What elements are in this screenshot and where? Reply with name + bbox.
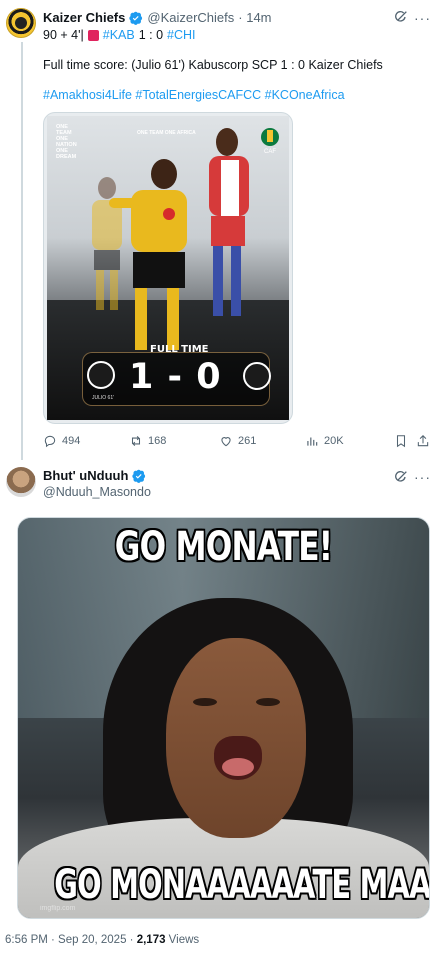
tweet-time[interactable]: · 14m: [238, 10, 271, 25]
full-time-poster: ONE TEAM ONE NATION ONE DREAM ONE TEAM O…: [47, 116, 289, 420]
match-result-image[interactable]: ONE TEAM ONE NATION ONE DREAM ONE TEAM O…: [43, 112, 293, 424]
kaizer-chiefs-avatar[interactable]: [6, 8, 36, 38]
repost-icon: [131, 435, 141, 447]
grok-icon[interactable]: [393, 9, 409, 25]
side-slogan: ONE TEAM ONE NATION ONE DREAM: [56, 124, 77, 160]
tweet1-body: Full time score: (Julio 61') Kabuscorp S…: [43, 58, 383, 72]
hashtag-kab[interactable]: #KAB: [103, 28, 135, 42]
meme-bottom-caption: GO MONAAAAAATE MAAN!: [54, 862, 430, 908]
match-minute: 90 + 4'|: [43, 28, 84, 42]
repost-button[interactable]: 168: [129, 434, 166, 448]
chiefs-player-figure: [109, 159, 187, 350]
verified-badge-icon: [129, 11, 143, 25]
views-button[interactable]: 20K: [305, 434, 344, 448]
author-name[interactable]: Bhut' uNduuh: [43, 468, 128, 483]
thread-connector: [21, 42, 23, 460]
bhut-avatar[interactable]: [6, 467, 36, 497]
imgflip-watermark: imgflip.com: [40, 905, 76, 912]
caf-cup-logo: CAF: [261, 128, 279, 155]
meme-top-caption: GO MONATE!: [114, 524, 333, 570]
red-square-icon: [87, 29, 99, 41]
views-label: Views: [165, 934, 200, 946]
author-handle[interactable]: @Nduuh_Masondo: [43, 485, 151, 499]
kaizer-chiefs-badge-icon: [243, 362, 271, 390]
more-options-icon[interactable]: ···: [414, 10, 431, 26]
repost-count: 168: [148, 435, 167, 447]
tweet1-hashtags[interactable]: #Amakhosi4Life #TotalEnergiesCAFCC #KCOn…: [43, 88, 345, 102]
reply-icon: [44, 435, 56, 448]
tweet1-header: Kaizer Chiefs @KaizerChiefs · 14m: [43, 10, 272, 25]
bookmark-icon[interactable]: [394, 434, 408, 448]
scorer-label: JULIO 61': [92, 395, 115, 401]
kabuscorp-badge-icon: [87, 361, 115, 389]
reply-tweet-header: Bhut' uNduuh @Nduuh_Masondo ···: [0, 462, 443, 512]
views-total: 2,173: [136, 934, 166, 946]
hashtag-chi[interactable]: #CHI: [167, 28, 195, 42]
quoted-tweet[interactable]: Kaizer Chiefs @KaizerChiefs · 14m ··· 90…: [0, 0, 443, 460]
grok-icon[interactable]: [393, 469, 409, 485]
heart-icon: [221, 437, 231, 447]
reply-button[interactable]: 494: [43, 434, 80, 448]
reply-count: 494: [62, 435, 81, 447]
inline-score: 1 : 0: [138, 28, 164, 42]
post-timestamp[interactable]: 6:56 PM · Sep 20, 2025 ·: [5, 934, 137, 946]
more-options-icon[interactable]: ···: [414, 469, 431, 485]
top-slogan: ONE TEAM ONE AFRICA: [137, 130, 196, 136]
share-icon[interactable]: [416, 434, 430, 448]
analytics-icon: [307, 437, 318, 446]
final-score: 1 - 0: [129, 357, 222, 397]
verified-badge-icon: [132, 469, 146, 483]
tongue: [222, 758, 254, 776]
eye-left: [193, 698, 217, 706]
full-time-label: FULL TIME: [150, 344, 209, 355]
meme-image[interactable]: GO MONATE! GO MONAAAAAATE MAAN! imgflip.…: [17, 517, 430, 919]
like-button[interactable]: 261: [219, 434, 256, 448]
eye-right: [256, 698, 280, 706]
tweet2-author-row: Bhut' uNduuh: [43, 468, 146, 483]
like-count: 261: [238, 435, 257, 447]
tweet1-score-line: 90 + 4'| #KAB 1 : 0 #CHI: [43, 28, 196, 42]
views-count: 20K: [324, 435, 344, 447]
tweet1-action-bar: 494 168 261 20K: [43, 434, 433, 450]
svg-text:CAF: CAF: [264, 149, 276, 155]
opponent-player-figure: [209, 128, 249, 316]
author-handle[interactable]: @KaizerChiefs: [147, 10, 234, 25]
author-name[interactable]: Kaizer Chiefs: [43, 10, 125, 25]
tweet-meta-footer: 6:56 PM · Sep 20, 2025 · 2,173 Views: [5, 934, 199, 946]
